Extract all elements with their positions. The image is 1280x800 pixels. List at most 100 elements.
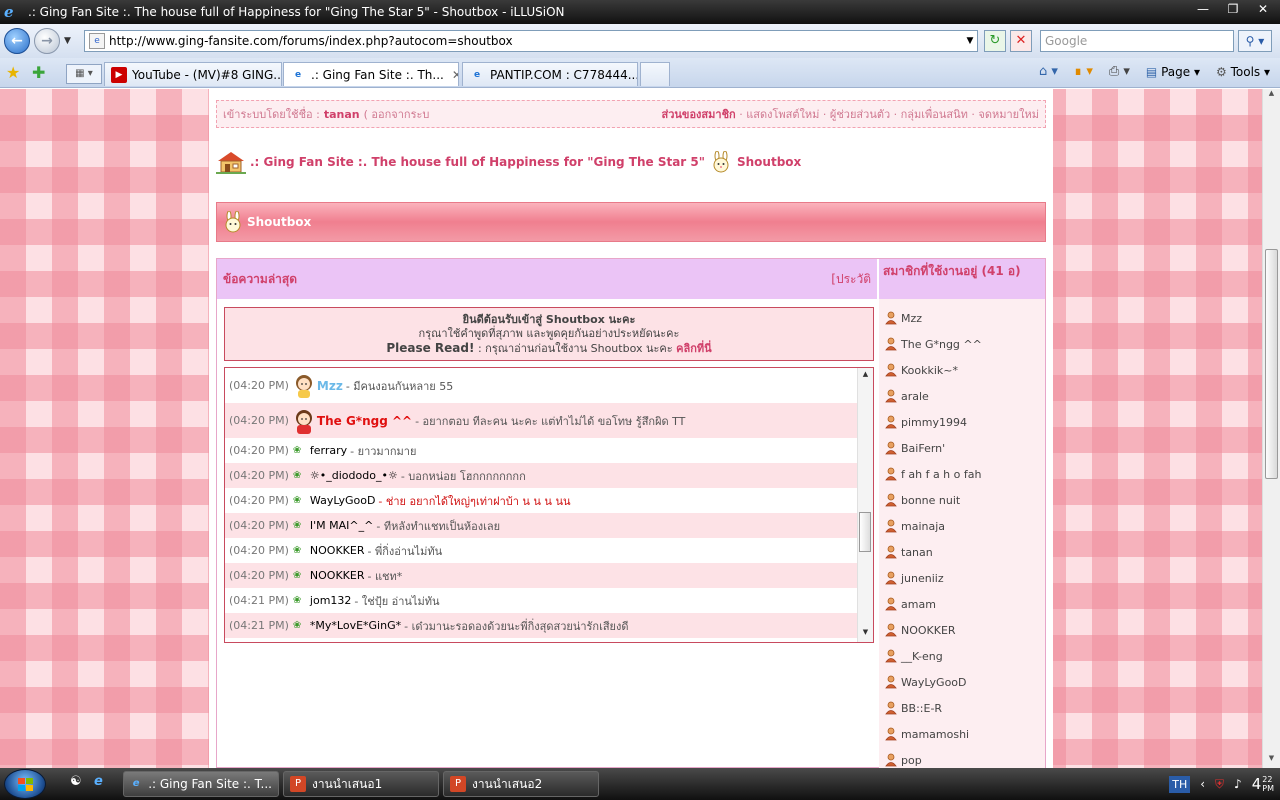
security-shield-icon[interactable]: ⛨ (1215, 777, 1224, 792)
command-bar: ⌂ ▾ ∎ ▾ ⎙ ▾ ▤ Page ▾ ⚙ Tools ▾ (1039, 64, 1270, 79)
breadcrumb-current[interactable]: Shoutbox (737, 155, 801, 169)
page-scroll-thumb[interactable] (1265, 249, 1278, 479)
breadcrumb-site-link[interactable]: .: Ging Fan Site :. The house full of Ha… (250, 155, 705, 169)
user-icon (885, 311, 897, 325)
add-favorite-icon[interactable]: ✚ (32, 63, 45, 82)
member-name: BaiFern' (901, 441, 946, 455)
member-item[interactable]: Mzz (879, 305, 1045, 331)
windows-logo-icon (18, 778, 33, 791)
clock[interactable]: 4 22 PM (1252, 775, 1274, 793)
member-name: BB::E-R (901, 701, 943, 715)
ie-quicklaunch-icon[interactable]: e (94, 774, 103, 789)
message-text: - อยากตอบ ทีละคน นะคะ แต่ทำไม่ได้ ขอโทษ … (415, 414, 686, 428)
logout-link[interactable]: ( ออกจากระบ (364, 105, 430, 123)
page-scrollbar[interactable]: ▲ ▼ (1262, 89, 1280, 768)
tools-menu[interactable]: ⚙ Tools ▾ (1216, 65, 1270, 79)
member-item[interactable]: juneniiz (879, 565, 1045, 591)
url-dropdown-icon[interactable]: ▼ (963, 36, 977, 46)
scroll-down-icon[interactable]: ▼ (858, 628, 873, 640)
language-indicator[interactable]: TH (1169, 775, 1191, 793)
sprout-icon: ❀ (292, 445, 302, 456)
scroll-thumb[interactable] (859, 512, 871, 552)
member-item[interactable]: WayLyGooD (879, 669, 1045, 695)
message-author[interactable]: I'M MAI^_^ (310, 519, 373, 532)
tab-youtube[interactable]: ▶ YouTube - (MV)#8 GING... (104, 62, 282, 86)
url-text[interactable]: http://www.ging-fansite.com/forums/index… (109, 34, 963, 48)
search-input[interactable]: Google (1040, 30, 1234, 52)
user-icon (885, 571, 897, 585)
message-list[interactable]: (04:20 PM) Mzz - มีคนงอนกันหลาย 55 (04:2… (224, 367, 874, 643)
start-button[interactable] (4, 769, 46, 799)
print-icon[interactable]: ⎙ ▾ (1109, 64, 1130, 79)
task-label: .: Ging Fan Site :. T... (148, 777, 272, 791)
close-icon[interactable]: ✕ (1250, 0, 1276, 18)
message-author[interactable]: *My*LovE*GinG* (310, 619, 401, 632)
member-item[interactable]: BB::E-R (879, 695, 1045, 721)
tab-close-icon[interactable]: ✕ (452, 68, 458, 82)
volume-icon[interactable]: ♪ (1234, 777, 1242, 791)
new-tab-button[interactable] (640, 62, 670, 86)
click-here-link[interactable]: คลิกที่นี่ (676, 342, 712, 355)
member-item[interactable]: tanan (879, 539, 1045, 565)
address-field[interactable]: e http://www.ging-fansite.com/forums/ind… (84, 30, 978, 52)
message-text: - ยาวมากมาย (350, 444, 417, 458)
message-author[interactable]: NOOKKER (310, 544, 365, 557)
scroll-up-icon[interactable]: ▲ (1265, 89, 1278, 103)
member-item[interactable]: arale (879, 383, 1045, 409)
restore-icon[interactable]: ❐ (1220, 0, 1246, 18)
message-author[interactable]: ☼•_diododo_•☼ (310, 469, 398, 482)
user-icon (885, 623, 897, 637)
member-item[interactable]: BaiFern' (879, 435, 1045, 461)
member-item[interactable]: mamamoshi (879, 721, 1045, 747)
stop-button[interactable]: ✕ (1010, 30, 1032, 52)
tab-ging-fansite[interactable]: e .: Ging Fan Site :. Th... ✕ (283, 62, 459, 86)
username-link[interactable]: tanan (324, 108, 360, 121)
task-presentation-2[interactable]: P งานนำเสนอ2 (443, 771, 599, 797)
task-ie[interactable]: e .: Ging Fan Site :. T... (123, 771, 279, 797)
tray-expand-icon[interactable]: ‹ (1200, 777, 1205, 791)
tab-pantip[interactable]: e PANTIP.COM : C778444... (462, 62, 638, 86)
history-dropdown-icon[interactable]: ▼ (64, 36, 76, 46)
message-text: - พี่กิ่งอ่านไม่ทัน (367, 544, 443, 558)
task-presentation-1[interactable]: P งานนำเสนอ1 (283, 771, 439, 797)
scroll-down-icon[interactable]: ▼ (1265, 754, 1278, 768)
message-author[interactable]: WayLyGooD (310, 494, 376, 507)
member-area-link[interactable]: ส่วนของสมาชิก (662, 108, 736, 121)
message-scrollbar[interactable]: ▲ ▼ (857, 368, 873, 642)
member-item[interactable]: The G*ngg ^^ (879, 331, 1045, 357)
member-item[interactable]: mainaja (879, 513, 1045, 539)
message-author[interactable]: NOOKKER (310, 569, 365, 582)
member-item[interactable]: bonne nuit (879, 487, 1045, 513)
member-item[interactable]: pimmy1994 (879, 409, 1045, 435)
history-link[interactable]: [ประวัติ (831, 270, 871, 289)
member-item[interactable]: __K-eng (879, 643, 1045, 669)
member-name: juneniiz (901, 571, 944, 585)
user-icon (885, 519, 897, 533)
member-item[interactable]: NOOKKER (879, 617, 1045, 643)
member-quick-links[interactable]: · แสดงโพสต์ใหม่ · ผู้ช่วยส่วนตัว · กลุ่ม… (739, 108, 1039, 121)
quick-tabs-button[interactable]: ▦ ▾ (66, 64, 102, 84)
favorites-star-icon[interactable]: ★ (6, 63, 20, 82)
message-author[interactable]: ferrary (310, 444, 347, 457)
member-item[interactable]: pop (879, 747, 1045, 768)
refresh-button[interactable]: ↻ (984, 30, 1006, 52)
tab-bar: ★ ✚ ▦ ▾ ▶ YouTube - (MV)#8 GING... e .: … (0, 58, 1280, 88)
page-menu[interactable]: ▤ Page ▾ (1146, 65, 1200, 79)
home-icon[interactable]: ⌂ ▾ (1039, 64, 1058, 79)
message-row: (04:20 PM) Mzz - มีคนงอนกันหลาย 55 (225, 368, 857, 403)
quicklaunch-icon[interactable]: ☯ (70, 774, 82, 789)
member-name: WayLyGooD (901, 675, 967, 689)
back-button[interactable]: ← (4, 28, 30, 54)
message-author[interactable]: Mzz (317, 379, 343, 393)
forward-button[interactable]: → (34, 28, 60, 54)
scroll-up-icon[interactable]: ▲ (858, 370, 873, 382)
member-item[interactable]: amam (879, 591, 1045, 617)
search-button[interactable]: ⚲ ▾ (1238, 30, 1272, 52)
message-author[interactable]: jom132 (310, 594, 352, 607)
message-author[interactable]: The G*ngg ^^ (317, 414, 412, 428)
member-item[interactable]: f ah f a h o fah (879, 461, 1045, 487)
user-icon (885, 545, 897, 559)
member-item[interactable]: Kookkik~* (879, 357, 1045, 383)
minimize-icon[interactable]: — (1190, 0, 1216, 18)
feeds-icon[interactable]: ∎ ▾ (1074, 64, 1093, 79)
